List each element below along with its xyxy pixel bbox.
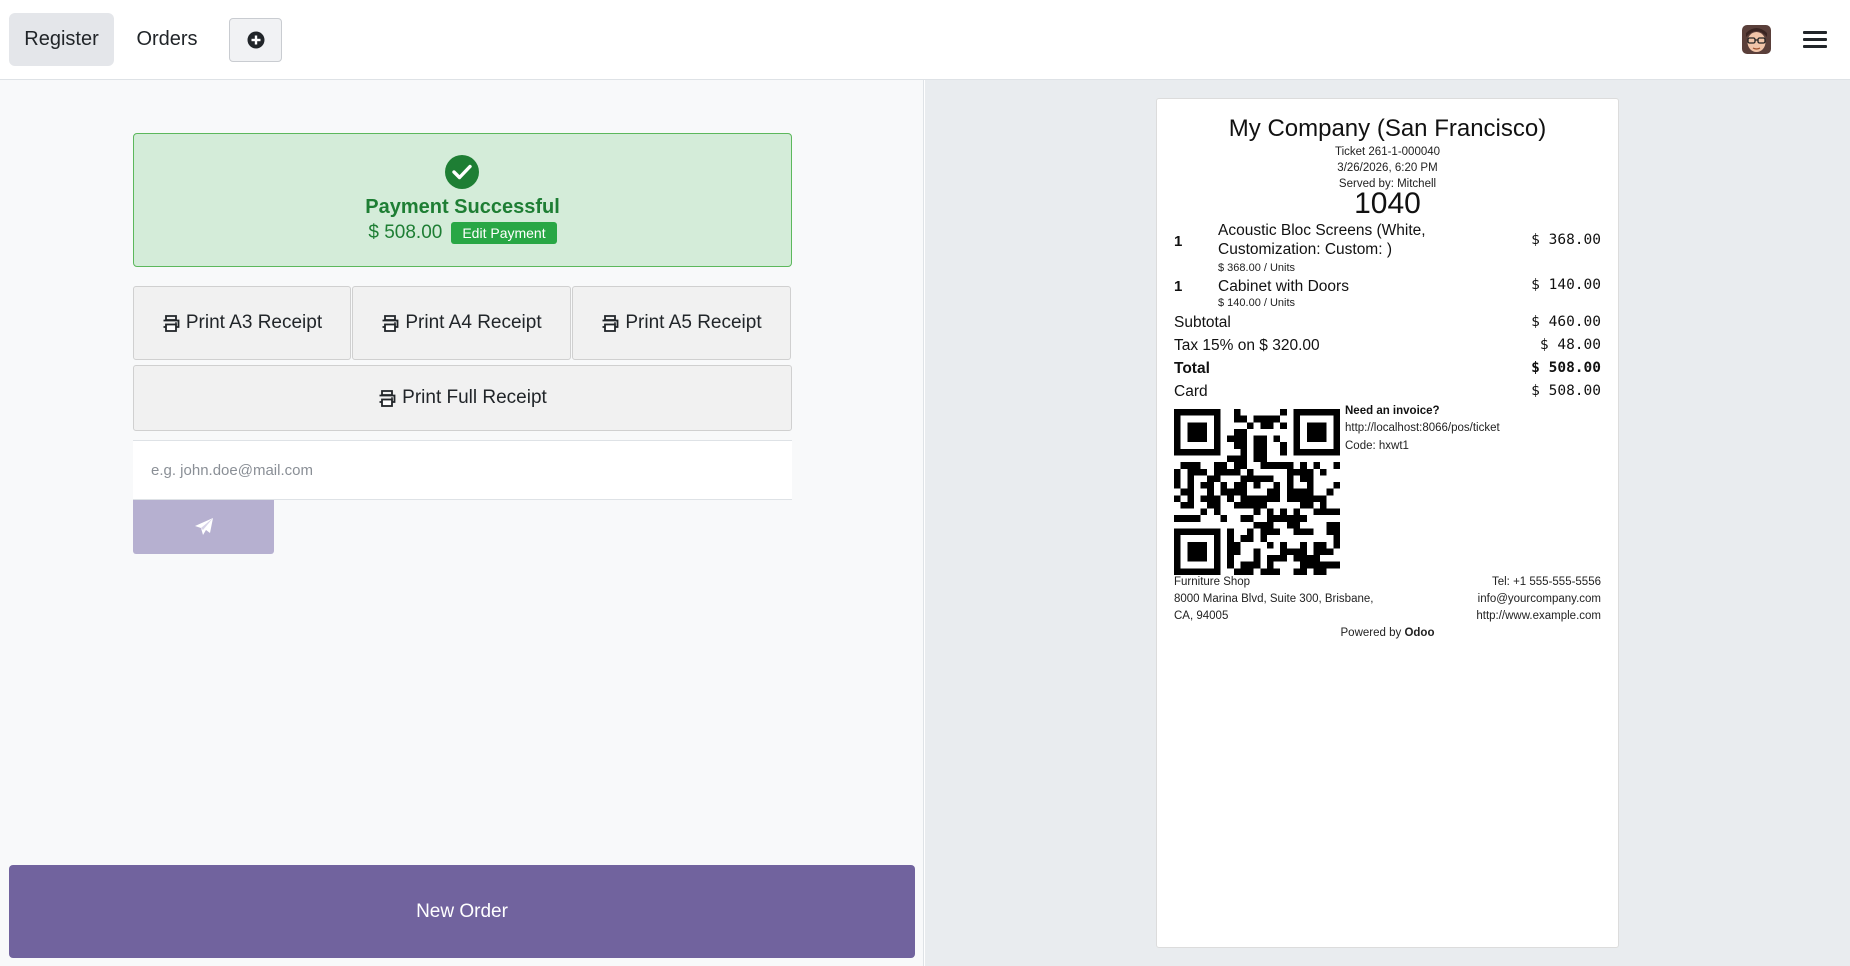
print-full-receipt-button[interactable]: Print Full Receipt xyxy=(133,365,792,431)
check-circle-icon xyxy=(445,155,479,189)
payment-result-panel: Payment Successful $ 508.00 Edit Payment… xyxy=(0,80,924,966)
receipt-invoice-code: Code: hxwt1 xyxy=(1345,440,1409,452)
printer-icon xyxy=(379,389,396,407)
receipt-tax-label: Tax 15% on $ 320.00 xyxy=(1174,337,1320,354)
receipt-ticket-number: Ticket 261-1-000040 xyxy=(1334,146,1441,158)
print-a4-receipt-button[interactable]: Print A4 Receipt xyxy=(352,286,571,360)
printer-icon xyxy=(163,314,180,332)
printer-icon xyxy=(602,314,619,332)
powered-by-brand: Odoo xyxy=(1404,627,1435,639)
print-a5-label: Print A5 Receipt xyxy=(625,312,762,333)
email-input[interactable] xyxy=(133,440,792,500)
avatar-image xyxy=(1742,25,1771,54)
print-a5-receipt-button[interactable]: Print A5 Receipt xyxy=(572,286,791,360)
receipt-line-unit-price: $ 140.00 / Units xyxy=(1218,297,1296,309)
edit-payment-button[interactable]: Edit Payment xyxy=(451,222,557,244)
payment-amount-row: $ 508.00 Edit Payment xyxy=(134,222,791,244)
nav-tab-orders[interactable]: Orders xyxy=(122,13,212,66)
receipt: My Company (San Francisco) Ticket 261-1-… xyxy=(1156,98,1619,948)
receipt-preview-panel: My Company (San Francisco) Ticket 261-1-… xyxy=(925,80,1850,966)
receipt-website: http://www.example.com xyxy=(1476,610,1601,622)
nav-tab-register[interactable]: Register xyxy=(9,13,114,66)
receipt-shop-address: Furniture Shop 8000 Marina Blvd, Suite 3… xyxy=(1174,574,1384,625)
new-order-tab-button[interactable] xyxy=(229,18,282,62)
receipt-line-name: Acoustic Bloc Screens (White, Customizat… xyxy=(1218,222,1426,258)
receipt-tracking-number: 1040 xyxy=(1354,187,1421,220)
print-a3-receipt-button[interactable]: Print A3 Receipt xyxy=(133,286,351,360)
new-order-button[interactable]: New Order xyxy=(9,865,915,958)
receipt-line-qty: 1 xyxy=(1174,233,1183,250)
paper-plane-icon xyxy=(194,518,213,535)
payment-amount: $ 508.00 xyxy=(368,222,443,243)
user-avatar[interactable] xyxy=(1742,25,1771,54)
receipt-contact: Tel: +1 555-555-5556 info@yourcompany.co… xyxy=(1476,574,1601,625)
receipt-total-label: Total xyxy=(1174,360,1210,377)
receipt-shop-name: Furniture Shop xyxy=(1174,576,1251,588)
send-email-button[interactable] xyxy=(133,500,274,554)
payment-status-title: Payment Successful xyxy=(365,196,560,218)
receipt-invoice-url: http://localhost:8066/pos/ticket xyxy=(1345,422,1500,434)
receipt-invoice-title: Need an invoice? xyxy=(1345,405,1440,417)
plus-circle-icon xyxy=(247,31,264,49)
invoice-qr-code xyxy=(1174,409,1340,575)
receipt-subtotal-value: $ 460.00 xyxy=(1531,314,1601,330)
receipt-payment-amount: $ 508.00 xyxy=(1531,383,1601,399)
receipt-email: info@yourcompany.com xyxy=(1477,593,1601,605)
receipt-line-name: Cabinet with Doors xyxy=(1218,278,1349,295)
receipt-datetime: 3/26/2026, 6:20 PM xyxy=(1337,162,1438,174)
printer-icon xyxy=(382,314,399,332)
receipt-line-price: $ 368.00 xyxy=(1531,232,1601,248)
receipt-tax-value: $ 48.00 xyxy=(1539,337,1601,353)
powered-by-prefix: Powered by xyxy=(1340,627,1402,639)
receipt-line-price: $ 140.00 xyxy=(1531,277,1601,293)
receipt-line-qty: 1 xyxy=(1174,278,1183,295)
hamburger-menu-icon[interactable] xyxy=(1803,26,1827,52)
top-navbar: Register Orders xyxy=(0,0,1850,80)
receipt-powered-by: Powered by Odoo xyxy=(1157,627,1618,639)
print-a3-label: Print A3 Receipt xyxy=(185,312,323,333)
receipt-line-unit-price: $ 368.00 / Units xyxy=(1218,262,1296,274)
receipt-address-line2: CA, 94005 xyxy=(1174,610,1229,622)
print-a4-label: Print A4 Receipt xyxy=(405,312,542,333)
receipt-address-line1: 8000 Marina Blvd, Suite 300, Brisbane, xyxy=(1174,593,1374,605)
receipt-company-name: My Company (San Francisco) xyxy=(1228,115,1547,142)
receipt-payment-method: Card xyxy=(1174,383,1208,400)
print-full-label: Print Full Receipt xyxy=(402,387,547,408)
receipt-subtotal-label: Subtotal xyxy=(1174,314,1231,331)
receipt-phone: Tel: +1 555-555-5556 xyxy=(1491,576,1601,588)
receipt-total-value: $ 508.00 xyxy=(1531,360,1601,376)
payment-success-box: Payment Successful $ 508.00 Edit Payment xyxy=(133,133,792,267)
